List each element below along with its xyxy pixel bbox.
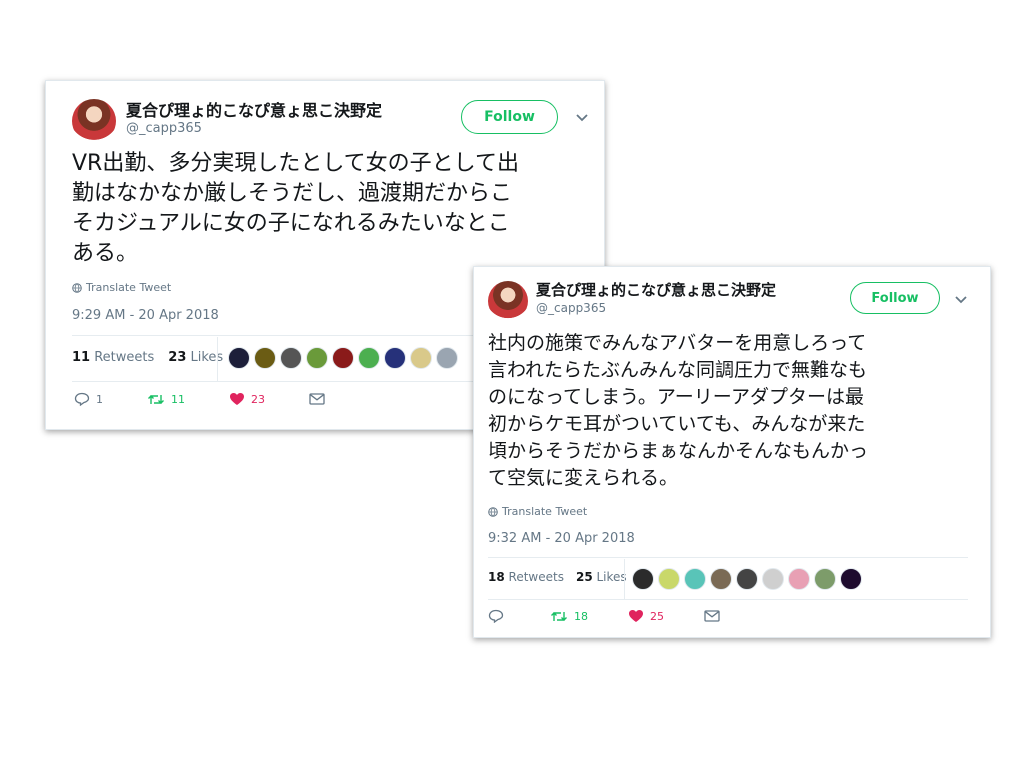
mail-icon [309,393,325,405]
tweet-card-2: 夏合ぴ理ょ的こなぴ意ょ思こ決野定 @_capp365 Follow 社内の施策で… [473,266,991,638]
translate-label: Translate Tweet [86,281,172,294]
tweet-stats: 11 Retweets 23 Likes [72,350,223,365]
retweet-icon [148,394,164,404]
likes-stat[interactable]: 25 Likes [576,570,627,584]
likes-stat-label: Likes [190,350,224,365]
stats-separator [624,559,625,599]
retweet-count: 11 [171,392,185,406]
liker-avatar[interactable] [306,347,328,369]
liker-avatars [228,347,458,369]
likes-stat-count: 23 [168,350,187,365]
like-button[interactable]: 23 [229,392,265,406]
display-name[interactable]: 夏合ぴ理ょ的こなぴ意ょ思こ決野定 [536,279,776,300]
user-handle[interactable]: @_capp365 [536,301,606,315]
translate-tweet-link[interactable]: Translate Tweet [72,281,171,294]
reply-icon [488,609,504,623]
retweet-button[interactable]: 11 [147,393,185,406]
liker-avatar[interactable] [632,568,654,590]
stats-separator [217,337,218,381]
timestamp[interactable]: 9:29 AM - 20 Apr 2018 [72,308,219,323]
liker-avatar[interactable] [280,347,302,369]
liker-avatar[interactable] [840,568,862,590]
liker-avatar[interactable] [736,568,758,590]
liker-avatar[interactable] [254,347,276,369]
reply-button[interactable]: 1 [74,392,103,406]
retweets-stat-count: 18 [488,570,505,584]
display-name[interactable]: 夏合ぴ理ょ的こなぴ意ょ思こ決野定 [126,97,382,121]
liker-avatar[interactable] [710,568,732,590]
avatar[interactable] [72,99,116,143]
liker-avatar[interactable] [228,347,250,369]
reply-button[interactable] [488,609,510,623]
retweet-button[interactable]: 18 [550,610,588,623]
retweets-stat-label: Retweets [508,570,564,584]
liker-avatar[interactable] [788,568,810,590]
tweet-text: VR出勤、多分実現したとして女の子として出 勤はなかなか厳しそうだし、過渡期だか… [72,151,520,266]
retweets-stat-label: Retweets [94,350,155,365]
like-count: 25 [650,609,664,623]
message-button[interactable] [704,610,720,622]
globe-icon [72,282,82,293]
liker-avatars [632,568,862,590]
likes-stat-count: 25 [575,570,593,584]
like-count: 23 [251,392,265,406]
translate-tweet-link[interactable]: Translate Tweet [488,505,587,518]
heart-icon [629,610,643,622]
tweet-text: 社内の施策でみんなアバターを用意しろって 言われたらたぶんみんな同調圧力で無難な… [488,332,869,489]
mail-icon [704,610,720,622]
reply-icon [74,392,90,406]
retweets-stat-count: 11 [72,350,91,365]
translate-label: Translate Tweet [502,505,588,518]
retweet-icon [551,611,567,621]
action-bar: 18 25 [488,609,760,623]
liker-avatar[interactable] [410,347,432,369]
liker-avatar[interactable] [384,347,406,369]
heart-icon [230,393,244,405]
timestamp[interactable]: 9:32 AM - 20 Apr 2018 [488,531,635,546]
follow-button[interactable]: Follow [850,282,940,314]
likes-stat-label: Likes [596,570,627,584]
divider [488,599,968,600]
user-handle[interactable]: @_capp365 [126,121,202,136]
liker-avatar[interactable] [436,347,458,369]
retweets-stat[interactable]: 18 Retweets [488,570,564,584]
message-button[interactable] [309,393,325,405]
divider [488,557,968,558]
liker-avatar[interactable] [658,568,680,590]
liker-avatar[interactable] [332,347,354,369]
caret-down-icon[interactable] [574,112,590,124]
action-bar: 1 11 23 [74,392,369,406]
avatar[interactable] [488,281,528,321]
liker-avatar[interactable] [814,568,836,590]
liker-avatar[interactable] [358,347,380,369]
tweet-stats: 18 Retweets 25 Likes [488,570,627,584]
liker-avatar[interactable] [762,568,784,590]
reply-count: 1 [96,392,103,406]
retweets-stat[interactable]: 11 Retweets [72,350,154,365]
follow-button[interactable]: Follow [461,100,558,134]
liker-avatar[interactable] [684,568,706,590]
retweet-count: 18 [574,609,588,623]
caret-down-icon[interactable] [953,294,969,306]
globe-icon [488,506,498,517]
like-button[interactable]: 25 [628,609,664,623]
likes-stat[interactable]: 23 Likes [168,350,223,365]
